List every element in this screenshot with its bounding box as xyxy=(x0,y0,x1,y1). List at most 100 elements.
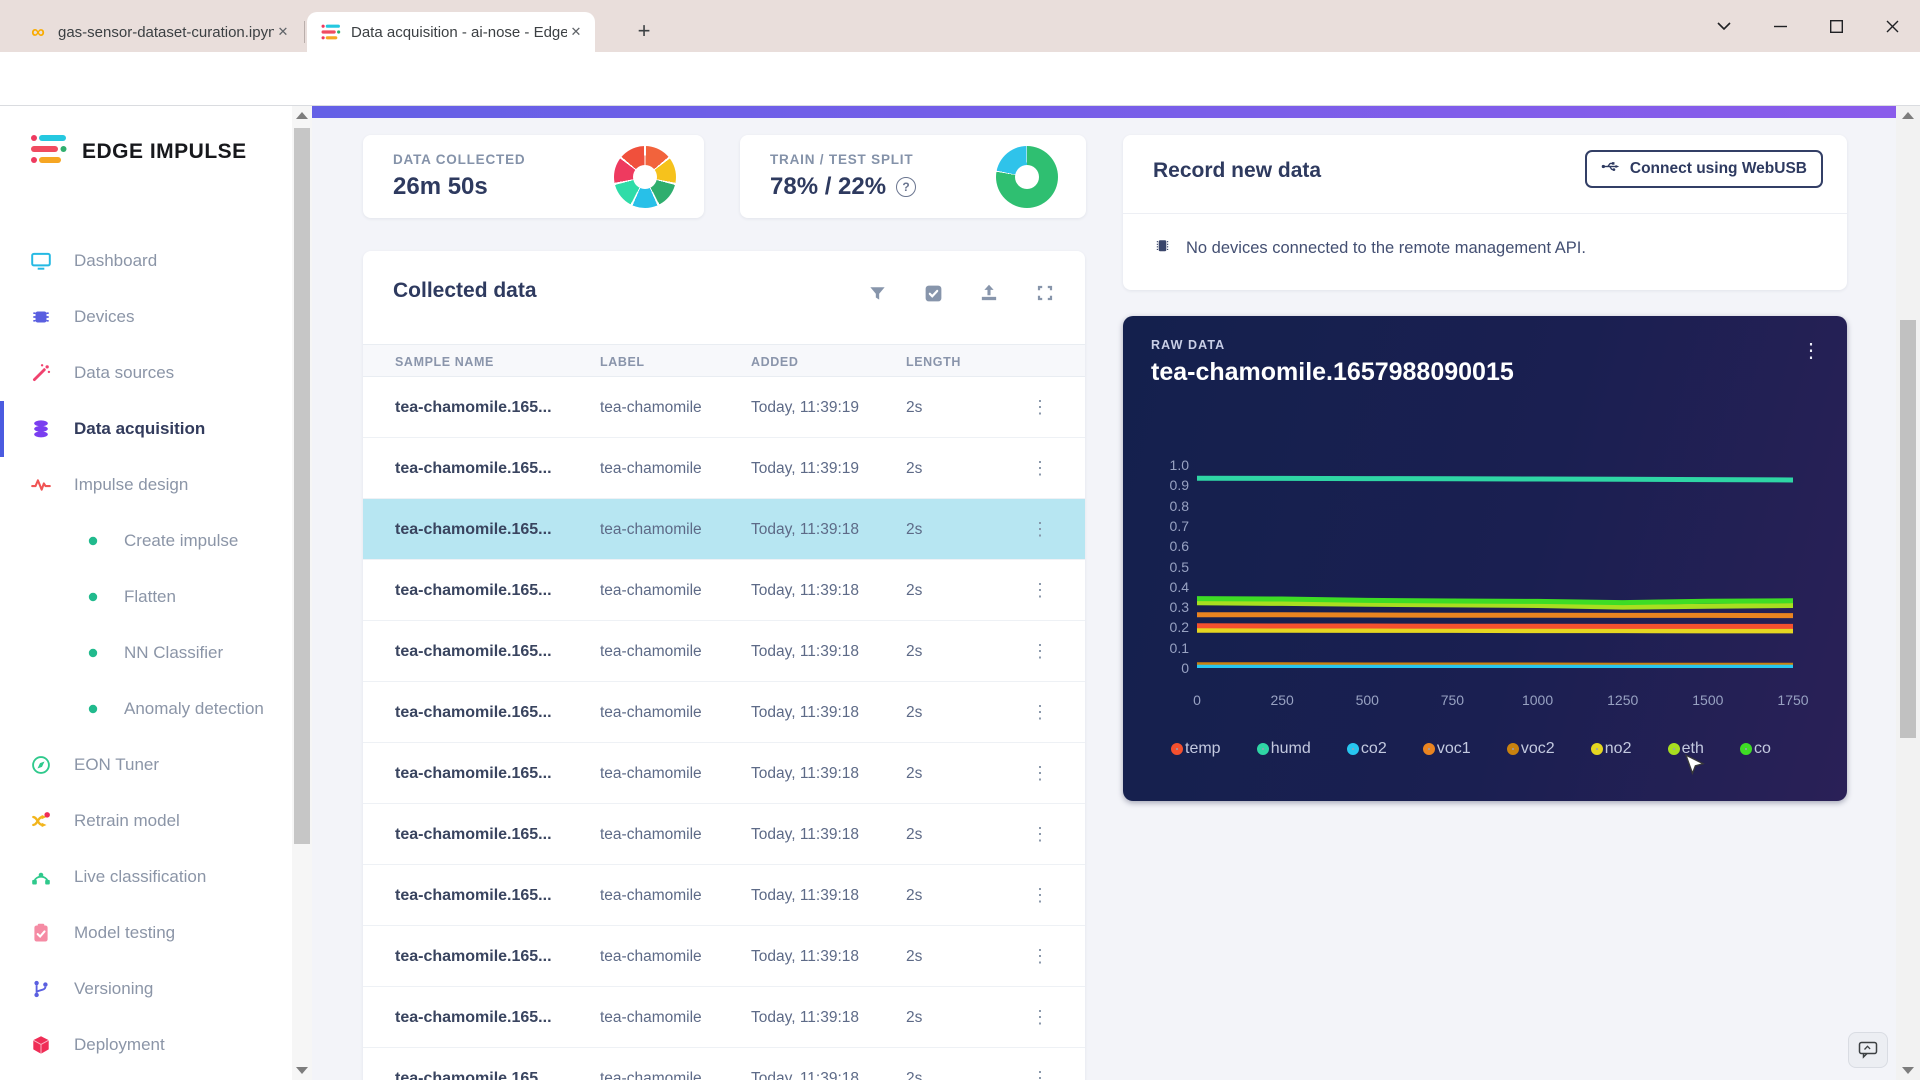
sidebar-item-retrain-model[interactable]: Retrain model xyxy=(0,793,292,849)
expand-icon[interactable] xyxy=(1033,281,1057,305)
table-row[interactable]: tea-chamomile.165...tea-chamomileToday, … xyxy=(363,865,1085,926)
legend-item-humd[interactable]: humd xyxy=(1257,740,1311,758)
sidebar-item-nn-classifier[interactable]: NN Classifier xyxy=(0,625,292,681)
raw-data-menu-kebab-icon[interactable]: ⋮ xyxy=(1801,338,1821,363)
column-header: LABEL xyxy=(600,345,645,378)
legend-swatch-icon xyxy=(1507,743,1519,755)
sidebar-item-deployment[interactable]: Deployment xyxy=(0,1017,292,1073)
maximize-button[interactable] xyxy=(1808,6,1864,46)
legend-item-co[interactable]: co xyxy=(1740,740,1771,758)
select-checkbox-icon[interactable] xyxy=(921,281,945,305)
legend-item-voc2[interactable]: voc2 xyxy=(1507,740,1555,758)
sidebar-item-model-testing[interactable]: Model testing xyxy=(0,905,292,961)
row-menu-kebab-icon[interactable]: ⋮ xyxy=(1031,1048,1049,1080)
row-menu-kebab-icon[interactable]: ⋮ xyxy=(1031,377,1049,438)
row-menu-kebab-icon[interactable]: ⋮ xyxy=(1031,865,1049,926)
tab-close-icon[interactable]: ✕ xyxy=(274,23,292,41)
length-cell: 2s xyxy=(906,804,922,865)
sidebar-item-data-acquisition[interactable]: Data acquisition xyxy=(0,401,292,457)
row-menu-kebab-icon[interactable]: ⋮ xyxy=(1031,499,1049,560)
legend-label: voc2 xyxy=(1521,740,1555,758)
sidebar-item-impulse-design[interactable]: Impulse design xyxy=(0,457,292,513)
help-icon[interactable]: ? xyxy=(896,177,916,197)
edge-impulse-studio: EDGE IMPULSE DashboardDevicesData source… xyxy=(0,106,1920,1080)
sidebar-item-versioning[interactable]: Versioning xyxy=(0,961,292,1017)
legend-item-eth[interactable]: eth xyxy=(1668,740,1704,758)
close-window-button[interactable] xyxy=(1864,6,1920,46)
edge-impulse-logo[interactable]: EDGE IMPULSE xyxy=(30,132,292,171)
connect-webusb-button[interactable]: Connect using WebUSB xyxy=(1585,150,1823,188)
new-tab-button[interactable]: + xyxy=(630,18,658,46)
browser-tab[interactable]: ∞gas-sensor-dataset-curation.ipyn✕ xyxy=(14,12,302,52)
table-row[interactable]: tea-chamomile.165...tea-chamomileToday, … xyxy=(363,377,1085,438)
upload-icon[interactable] xyxy=(977,281,1001,305)
added-cell: Today, 11:39:18 xyxy=(751,682,859,743)
scroll-up-arrow-icon[interactable] xyxy=(296,112,308,119)
legend-item-temp[interactable]: temp xyxy=(1171,740,1221,758)
tab-strip: ∞gas-sensor-dataset-curation.ipyn✕Data a… xyxy=(14,12,595,52)
sidebar-scrollbar[interactable] xyxy=(292,106,312,1080)
scroll-down-arrow-icon[interactable] xyxy=(296,1067,308,1074)
sidebar-item-dashboard[interactable]: Dashboard xyxy=(0,233,292,289)
data-sources-icon xyxy=(30,362,52,384)
table-row[interactable]: tea-chamomile.165...tea-chamomileToday, … xyxy=(363,621,1085,682)
row-menu-kebab-icon[interactable]: ⋮ xyxy=(1031,621,1049,682)
table-row[interactable]: tea-chamomile.165...tea-chamomileToday, … xyxy=(363,499,1085,560)
sidebar-item-anomaly-detection[interactable]: Anomaly detection xyxy=(0,681,292,737)
table-row[interactable]: tea-chamomile.165...tea-chamomileToday, … xyxy=(363,804,1085,865)
length-cell: 2s xyxy=(906,1048,922,1080)
sidebar-item-label: EON Tuner xyxy=(74,755,159,775)
sidebar-item-devices[interactable]: Devices xyxy=(0,289,292,345)
sidebar-item-flatten[interactable]: Flatten xyxy=(0,569,292,625)
table-row[interactable]: tea-chamomile.165...tea-chamomileToday, … xyxy=(363,1048,1085,1080)
row-menu-kebab-icon[interactable]: ⋮ xyxy=(1031,560,1049,621)
sidebar-scrollbar-thumb[interactable] xyxy=(294,128,310,844)
sidebar-item-eon-tuner[interactable]: EON Tuner xyxy=(0,737,292,793)
table-row[interactable]: tea-chamomile.165...tea-chamomileToday, … xyxy=(363,743,1085,804)
row-menu-kebab-icon[interactable]: ⋮ xyxy=(1031,682,1049,743)
series-line-temp xyxy=(1197,626,1793,627)
page-scrollbar[interactable] xyxy=(1896,106,1920,1080)
row-menu-kebab-icon[interactable]: ⋮ xyxy=(1031,804,1049,865)
legend-item-voc1[interactable]: voc1 xyxy=(1423,740,1471,758)
window-menu-chevron-icon[interactable] xyxy=(1696,6,1752,46)
y-axis-tick: 1.0 xyxy=(1141,457,1189,473)
colab-icon: ∞ xyxy=(28,22,48,42)
legend-item-no2[interactable]: no2 xyxy=(1591,740,1632,758)
row-menu-kebab-icon[interactable]: ⋮ xyxy=(1031,987,1049,1048)
legend-item-co2[interactable]: co2 xyxy=(1347,740,1387,758)
scroll-down-arrow-icon[interactable] xyxy=(1902,1067,1914,1074)
filter-icon[interactable] xyxy=(865,281,889,305)
minimize-button[interactable] xyxy=(1752,6,1808,46)
table-row[interactable]: tea-chamomile.165...tea-chamomileToday, … xyxy=(363,987,1085,1048)
main-content: DATA COLLECTED 26m 50s TRAIN / TEST SPLI… xyxy=(312,106,1896,1080)
dashboard-icon xyxy=(30,250,52,272)
table-row[interactable]: tea-chamomile.165...tea-chamomileToday, … xyxy=(363,560,1085,621)
sample-name-cell: tea-chamomile.165... xyxy=(395,926,552,987)
devices-icon xyxy=(30,306,52,328)
sample-name-cell: tea-chamomile.165... xyxy=(395,499,552,560)
browser-tab[interactable]: Data acquisition - ai-nose - Edge✕ xyxy=(307,12,595,52)
row-menu-kebab-icon[interactable]: ⋮ xyxy=(1031,743,1049,804)
row-menu-kebab-icon[interactable]: ⋮ xyxy=(1031,926,1049,987)
label-cell: tea-chamomile xyxy=(600,743,702,804)
sidebar-item-data-sources[interactable]: Data sources xyxy=(0,345,292,401)
scroll-up-arrow-icon[interactable] xyxy=(1902,112,1914,119)
sidebar-item-create-impulse[interactable]: Create impulse xyxy=(0,513,292,569)
sample-name-cell: tea-chamomile.165... xyxy=(395,560,552,621)
model-testing-icon xyxy=(30,922,52,944)
label-cell: tea-chamomile xyxy=(600,621,702,682)
tab-close-icon[interactable]: ✕ xyxy=(567,23,585,41)
feedback-button[interactable] xyxy=(1848,1032,1888,1068)
row-menu-kebab-icon[interactable]: ⋮ xyxy=(1031,438,1049,499)
sidebar-item-label: Create impulse xyxy=(124,531,238,551)
table-row[interactable]: tea-chamomile.165...tea-chamomileToday, … xyxy=(363,438,1085,499)
label-cell: tea-chamomile xyxy=(600,377,702,438)
legend-swatch-icon xyxy=(1423,743,1435,755)
table-row[interactable]: tea-chamomile.165...tea-chamomileToday, … xyxy=(363,682,1085,743)
y-axis-tick: 0 xyxy=(1141,660,1189,676)
sidebar-item-live-classification[interactable]: Live classification xyxy=(0,849,292,905)
x-axis-tick: 750 xyxy=(1422,692,1482,708)
page-scrollbar-thumb[interactable] xyxy=(1900,320,1916,738)
table-row[interactable]: tea-chamomile.165...tea-chamomileToday, … xyxy=(363,926,1085,987)
